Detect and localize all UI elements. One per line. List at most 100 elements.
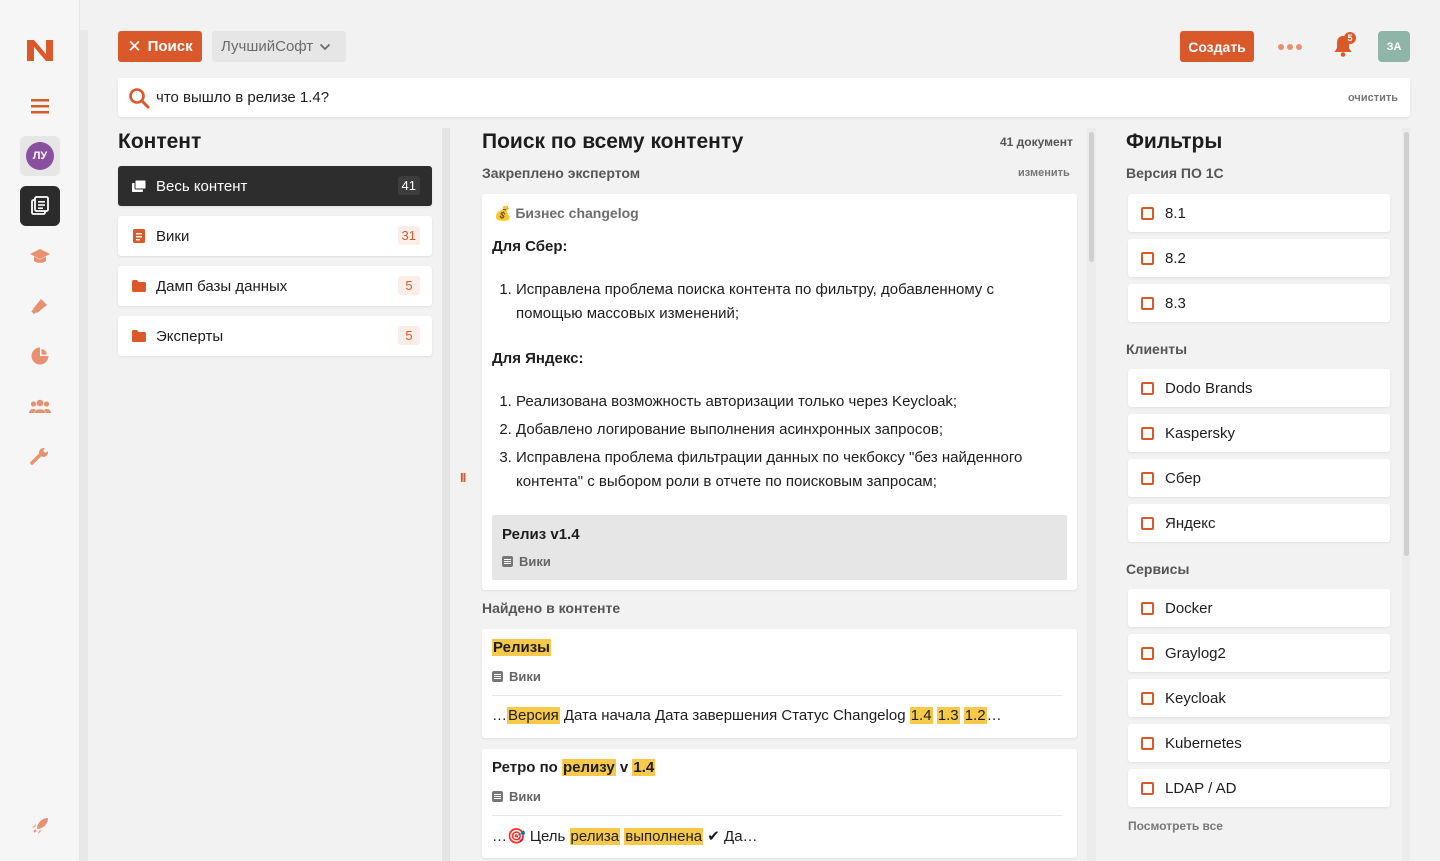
chevron-down-icon (320, 43, 331, 50)
wiki-icon (502, 556, 513, 567)
result-snippet: …Версия Дата начала Дата завершения Стат… (492, 707, 1002, 724)
filter-checkbox[interactable]: 8.2 (1128, 239, 1390, 277)
resize-handle-icon[interactable]: II (460, 470, 466, 485)
yandex-heading: Для Яндекс: (492, 350, 584, 367)
filter-checkbox[interactable]: Яндекс (1128, 504, 1390, 542)
yandex-list: Реализована возможность авторизации толь… (516, 390, 1046, 498)
results-title: Поиск по всему контенту (482, 130, 744, 153)
megaphone-icon[interactable] (20, 286, 60, 326)
checkbox[interactable] (1141, 471, 1154, 485)
list-item: Исправлена проблема поиска контента по ф… (516, 278, 1046, 326)
content-item-db-dump[interactable]: Дамп базы данных 5 (118, 266, 432, 306)
search-input[interactable] (156, 89, 1256, 106)
filter-group-services: Сервисы (1126, 561, 1190, 577)
see-all-link[interactable]: Посмотреть все (1128, 819, 1223, 833)
wiki-icon (132, 229, 146, 243)
checkbox[interactable] (1141, 206, 1154, 220)
content-item-wiki[interactable]: Вики 31 (118, 216, 432, 256)
avatar: ЛУ (26, 142, 54, 170)
search-bar: очистить (118, 78, 1410, 117)
result-snippet: …🎯 Цель релиза выполнена ✔ Да… (492, 828, 758, 845)
user-avatar[interactable]: ЗА (1378, 31, 1410, 62)
folder-icon (132, 279, 146, 293)
divider (492, 695, 1062, 696)
content-item-label: Дамп базы данных (156, 277, 288, 295)
filters-title: Фильтры (1126, 130, 1223, 153)
app-logo-icon[interactable] (20, 30, 60, 70)
sber-heading: Для Сбер: (492, 238, 568, 255)
checkbox[interactable] (1141, 646, 1154, 660)
filter-checkbox[interactable]: Docker (1128, 589, 1390, 627)
divider (492, 815, 1062, 816)
list-item: Исправлена проблема фильтрации данных по… (516, 446, 1046, 494)
wiki-icon (492, 791, 503, 802)
checkbox[interactable] (1141, 251, 1154, 265)
filter-checkbox[interactable]: Graylog2 (1128, 634, 1390, 672)
folder-icon (132, 329, 146, 343)
middle-scrollbar[interactable] (1087, 128, 1096, 861)
filter-checkbox[interactable]: Keycloak (1128, 679, 1390, 717)
rocket-icon[interactable] (20, 806, 60, 846)
edit-pinned-link[interactable]: изменить (1018, 167, 1070, 179)
filter-checkbox[interactable]: Kaspersky (1128, 414, 1390, 452)
folders-icon (132, 179, 146, 193)
wiki-icon (492, 671, 503, 682)
education-icon[interactable] (20, 236, 60, 276)
checkbox[interactable] (1141, 601, 1154, 615)
highlight: Релизы (492, 639, 551, 656)
filters-scrollbar[interactable] (1402, 128, 1410, 861)
more-icon[interactable] (1276, 37, 1304, 57)
filter-checkbox[interactable]: LDAP / AD (1128, 769, 1390, 807)
release-title: Релиз v1.4 (502, 526, 580, 543)
checkbox[interactable] (1141, 736, 1154, 750)
checkbox[interactable] (1141, 296, 1154, 310)
source-label: Вики (519, 554, 551, 569)
left-rail: ЛУ (0, 0, 80, 861)
checkbox[interactable] (1141, 381, 1154, 395)
result-source: Вики (492, 669, 541, 684)
workspace-avatar[interactable]: ЛУ (20, 136, 60, 176)
menu-icon[interactable] (20, 86, 60, 126)
filter-checkbox[interactable]: Сбер (1128, 459, 1390, 497)
wrench-icon[interactable] (20, 436, 60, 476)
checkbox[interactable] (1141, 781, 1154, 795)
filter-checkbox[interactable]: 8.1 (1128, 194, 1390, 232)
users-icon[interactable] (20, 386, 60, 426)
result-card[interactable]: Релизы Вики …Версия Дата начала Дата зав… (482, 629, 1077, 738)
result-title[interactable]: Ретро по релизу v 1.4 (492, 759, 656, 776)
content-item-label: Вики (156, 227, 190, 245)
workspace-select[interactable]: ЛучшийСофт (212, 31, 346, 62)
release-link-card[interactable]: Релиз v1.4 Вики (492, 515, 1067, 580)
filter-checkbox[interactable]: Kubernetes (1128, 724, 1390, 762)
pinned-title: 💰 Бизнес changelog (494, 205, 639, 221)
checkbox[interactable] (1141, 426, 1154, 440)
pie-chart-icon[interactable] (20, 336, 60, 376)
content-item-all[interactable]: Весь контент 41 (118, 166, 432, 206)
search-icon (129, 87, 150, 108)
clear-search-link[interactable]: очистить (1348, 92, 1398, 104)
content-item-count: 41 (397, 176, 420, 195)
filter-group-version: Версия ПО 1С (1126, 165, 1224, 181)
result-card[interactable]: Ретро по релизу v 1.4 Вики …🎯 Цель релиз… (482, 749, 1077, 858)
content-item-label: Эксперты (156, 327, 224, 345)
checkbox[interactable] (1141, 691, 1154, 705)
content-icon[interactable] (20, 186, 60, 226)
pinned-card[interactable]: 💰 Бизнес changelog Для Сбер: Исправлена … (482, 194, 1077, 590)
checkbox[interactable] (1141, 516, 1154, 530)
result-title[interactable]: Релизы (492, 639, 551, 656)
content-item-label: Весь контент (156, 177, 248, 195)
content-title: Контент (118, 130, 202, 153)
list-item: Реализована возможность авторизации толь… (516, 390, 1046, 414)
filter-checkbox[interactable]: 8.3 (1128, 284, 1390, 322)
search-toggle-button[interactable]: ✕ Поиск (118, 31, 202, 62)
search-button-label: Поиск (147, 38, 193, 55)
content-item-count: 5 (398, 326, 420, 345)
panel-divider[interactable] (442, 128, 450, 861)
content-item-count: 5 (398, 276, 420, 295)
notification-badge: 5 (1344, 32, 1356, 44)
content-item-experts[interactable]: Эксперты 5 (118, 316, 432, 356)
filter-checkbox[interactable]: Dodo Brands (1128, 369, 1390, 407)
create-button[interactable]: Создать (1180, 31, 1254, 62)
sber-list: Исправлена проблема поиска контента по ф… (516, 278, 1046, 330)
gutter (80, 30, 88, 861)
